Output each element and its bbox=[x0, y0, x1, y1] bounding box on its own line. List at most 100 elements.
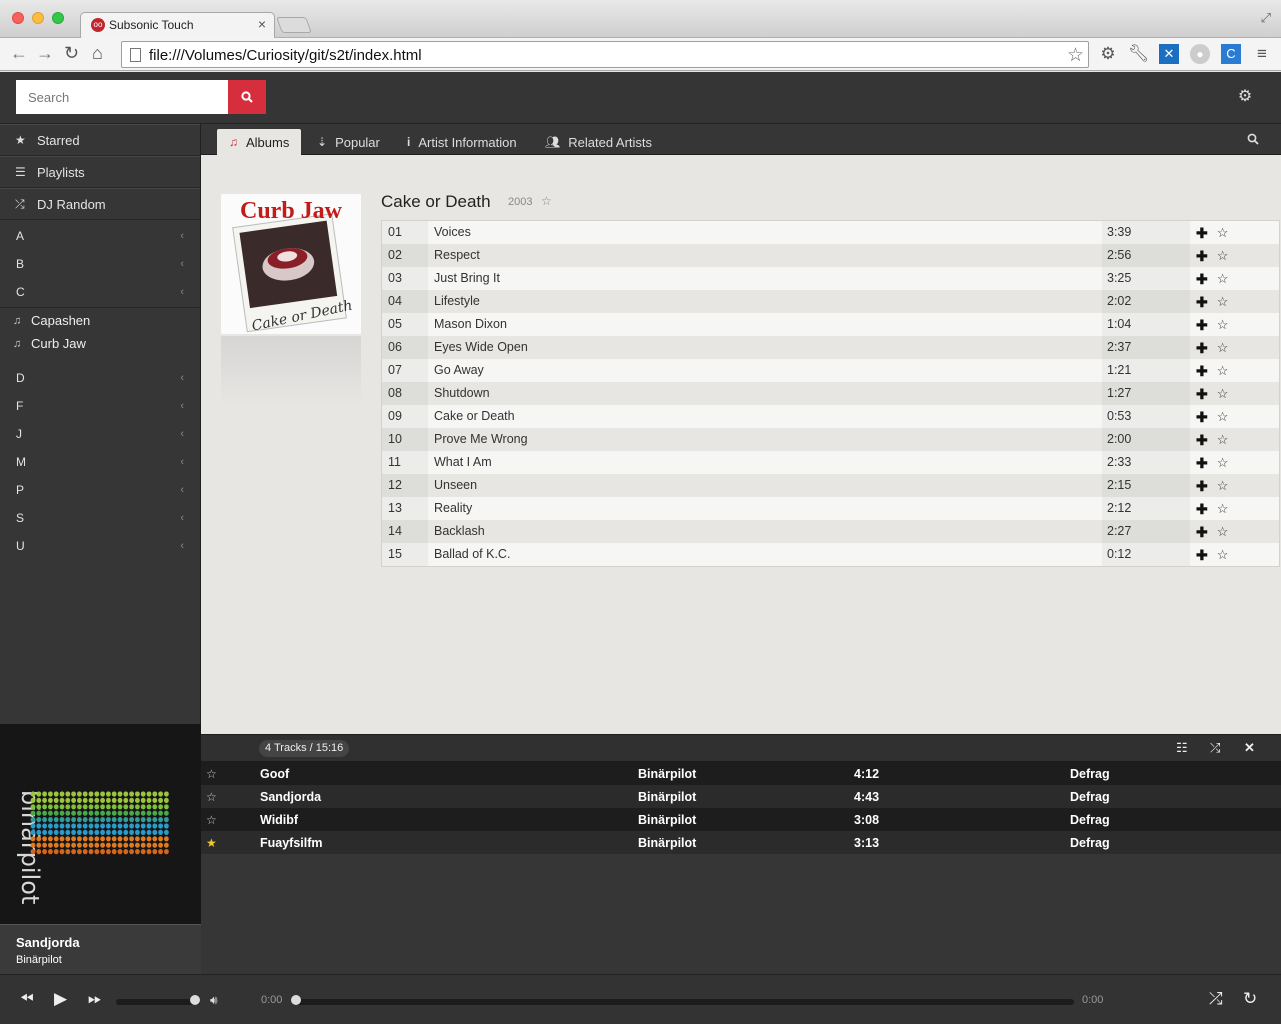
track-row[interactable]: 12 Unseen 2:15 ✚ ☆ bbox=[382, 474, 1279, 497]
artist-item-curb-jaw[interactable]: ♫ Curb Jaw bbox=[0, 332, 200, 355]
star-icon[interactable]: ☆ bbox=[1217, 478, 1229, 493]
star-icon[interactable]: ☆ bbox=[1217, 524, 1229, 539]
tab-search-icon[interactable] bbox=[1247, 133, 1259, 145]
track-row[interactable]: 11 What I Am 2:33 ✚ ☆ bbox=[382, 451, 1279, 474]
home-icon[interactable]: ⌂ bbox=[92, 43, 103, 63]
track-row[interactable]: 01 Voices 3:39 ✚ ☆ bbox=[382, 221, 1279, 244]
address-bar[interactable]: file:///Volumes/Curiosity/git/s2t/index.… bbox=[121, 41, 1089, 68]
settings-gear-icon[interactable]: ⚙ bbox=[1098, 44, 1118, 64]
extension-c-icon[interactable]: C bbox=[1221, 44, 1241, 64]
letter-group-f[interactable]: F ‹ bbox=[0, 392, 200, 420]
sidebar-item-playlists[interactable]: ☰ Playlists bbox=[0, 156, 200, 188]
star-icon[interactable]: ☆ bbox=[1217, 501, 1229, 516]
tab-artist-information[interactable]: i Artist Information bbox=[395, 129, 529, 155]
repeat-icon[interactable]: ↻ bbox=[1243, 989, 1257, 1009]
track-title[interactable]: Just Bring It bbox=[428, 267, 1102, 290]
star-icon[interactable]: ☆ bbox=[1217, 455, 1229, 470]
add-to-queue-icon[interactable]: ✚ bbox=[1196, 410, 1208, 424]
letter-group-a[interactable]: A ‹ bbox=[0, 222, 200, 250]
play-icon[interactable]: ▶ bbox=[54, 989, 67, 1009]
track-row[interactable]: 03 Just Bring It 3:25 ✚ ☆ bbox=[382, 267, 1279, 290]
track-row[interactable]: 13 Reality 2:12 ✚ ☆ bbox=[382, 497, 1279, 520]
add-to-queue-icon[interactable]: ✚ bbox=[1196, 479, 1208, 493]
track-title[interactable]: Ballad of K.C. bbox=[428, 543, 1102, 566]
star-icon[interactable]: ☆ bbox=[1217, 271, 1229, 286]
add-to-queue-icon[interactable]: ✚ bbox=[1196, 295, 1208, 309]
letter-group-m[interactable]: M ‹ bbox=[0, 448, 200, 476]
star-icon[interactable]: ☆ bbox=[1217, 248, 1229, 263]
queue-row[interactable]: ☆ Goof Binärpilot 4:12 Defrag bbox=[201, 762, 1281, 785]
track-title[interactable]: Prove Me Wrong bbox=[428, 428, 1102, 451]
next-track-icon[interactable]: ⏩︎ bbox=[88, 989, 102, 1009]
star-icon[interactable]: ☆ bbox=[1217, 363, 1229, 378]
track-title[interactable]: Voices bbox=[428, 221, 1102, 244]
queue-shuffle-icon[interactable]: ⤮ bbox=[1210, 741, 1220, 755]
tab-related-artists[interactable]: 👥︎ Related Artists bbox=[533, 129, 664, 155]
add-to-queue-icon[interactable]: ✚ bbox=[1196, 387, 1208, 401]
volume-knob[interactable] bbox=[190, 995, 200, 1005]
track-row[interactable]: 07 Go Away 1:21 ✚ ☆ bbox=[382, 359, 1279, 382]
tab-popular[interactable]: ⇣ Popular bbox=[305, 129, 392, 155]
track-row[interactable]: 02 Respect 2:56 ✚ ☆ bbox=[382, 244, 1279, 267]
letter-group-b[interactable]: B ‹ bbox=[0, 250, 200, 278]
tab-close-icon[interactable]: × bbox=[258, 16, 266, 32]
tab-albums[interactable]: ♫ Albums bbox=[217, 129, 302, 155]
track-title[interactable]: Shutdown bbox=[428, 382, 1102, 405]
close-window-button[interactable] bbox=[12, 12, 24, 24]
artist-item-capashen[interactable]: ♫ Capashen bbox=[0, 309, 200, 332]
add-to-queue-icon[interactable]: ✚ bbox=[1196, 226, 1208, 240]
track-row[interactable]: 08 Shutdown 1:27 ✚ ☆ bbox=[382, 382, 1279, 405]
track-row[interactable]: 06 Eyes Wide Open 2:37 ✚ ☆ bbox=[382, 336, 1279, 359]
track-title[interactable]: Backlash bbox=[428, 520, 1102, 543]
letter-group-u[interactable]: U ‹ bbox=[0, 532, 200, 560]
star-icon[interactable]: ☆ bbox=[1217, 317, 1229, 332]
star-icon[interactable]: ☆ bbox=[1217, 225, 1229, 240]
star-icon[interactable]: ☆ bbox=[201, 790, 260, 804]
browser-tab[interactable]: oo Subsonic Touch × bbox=[80, 12, 275, 38]
add-to-queue-icon[interactable]: ✚ bbox=[1196, 341, 1208, 355]
star-icon[interactable]: ☆ bbox=[1217, 432, 1229, 447]
shuffle-icon[interactable]: ⤮ bbox=[1209, 989, 1223, 1009]
back-arrow-icon[interactable]: ← bbox=[10, 43, 28, 63]
track-title[interactable]: Unseen bbox=[428, 474, 1102, 497]
sidebar-item-dj-random[interactable]: ⤮ DJ Random bbox=[0, 188, 200, 220]
menu-icon[interactable]: ≡ bbox=[1252, 44, 1272, 64]
add-to-queue-icon[interactable]: ✚ bbox=[1196, 272, 1208, 286]
seek-bar[interactable] bbox=[292, 999, 1074, 1005]
minimize-window-button[interactable] bbox=[32, 12, 44, 24]
add-to-queue-icon[interactable]: ✚ bbox=[1196, 525, 1208, 539]
fullscreen-icon[interactable]: ⤢ bbox=[1261, 10, 1271, 26]
volume-icon[interactable]: 🔊︎ bbox=[210, 993, 218, 1008]
track-title[interactable]: Lifestyle bbox=[428, 290, 1102, 313]
bookmark-star-icon[interactable]: ☆ bbox=[1067, 44, 1084, 67]
zoom-window-button[interactable] bbox=[52, 12, 64, 24]
volume-slider[interactable] bbox=[116, 999, 200, 1005]
star-icon[interactable]: ☆ bbox=[201, 813, 260, 827]
track-row[interactable]: 05 Mason Dixon 1:04 ✚ ☆ bbox=[382, 313, 1279, 336]
track-row[interactable]: 04 Lifestyle 2:02 ✚ ☆ bbox=[382, 290, 1279, 313]
star-icon[interactable]: ☆ bbox=[1217, 386, 1229, 401]
letter-group-c[interactable]: C ‹ bbox=[0, 278, 200, 306]
add-to-queue-icon[interactable]: ✚ bbox=[1196, 548, 1208, 562]
seek-knob[interactable] bbox=[291, 995, 301, 1005]
add-to-queue-icon[interactable]: ✚ bbox=[1196, 456, 1208, 470]
track-row[interactable]: 10 Prove Me Wrong 2:00 ✚ ☆ bbox=[382, 428, 1279, 451]
letter-group-p[interactable]: P ‹ bbox=[0, 476, 200, 504]
letter-group-s[interactable]: S ‹ bbox=[0, 504, 200, 532]
track-title[interactable]: What I Am bbox=[428, 451, 1102, 474]
forward-arrow-icon[interactable]: → bbox=[36, 43, 54, 63]
letter-group-d[interactable]: D ‹ bbox=[0, 364, 200, 392]
star-icon[interactable]: ☆ bbox=[1217, 547, 1229, 562]
new-tab-button[interactable] bbox=[276, 17, 312, 33]
star-filled-icon[interactable]: ★ bbox=[201, 836, 260, 850]
queue-clear-icon[interactable]: ✕ bbox=[1244, 741, 1255, 755]
queue-list-icon[interactable]: ☷ bbox=[1176, 741, 1188, 755]
track-title[interactable]: Eyes Wide Open bbox=[428, 336, 1102, 359]
app-settings-gear-icon[interactable]: ⚙ bbox=[1237, 89, 1253, 105]
search-button[interactable] bbox=[228, 80, 266, 114]
add-to-queue-icon[interactable]: ✚ bbox=[1196, 318, 1208, 332]
star-icon[interactable]: ☆ bbox=[201, 767, 260, 781]
add-to-queue-icon[interactable]: ✚ bbox=[1196, 364, 1208, 378]
track-title[interactable]: Respect bbox=[428, 244, 1102, 267]
queue-row[interactable]: ☆ Sandjorda Binärpilot 4:43 Defrag bbox=[201, 785, 1281, 808]
